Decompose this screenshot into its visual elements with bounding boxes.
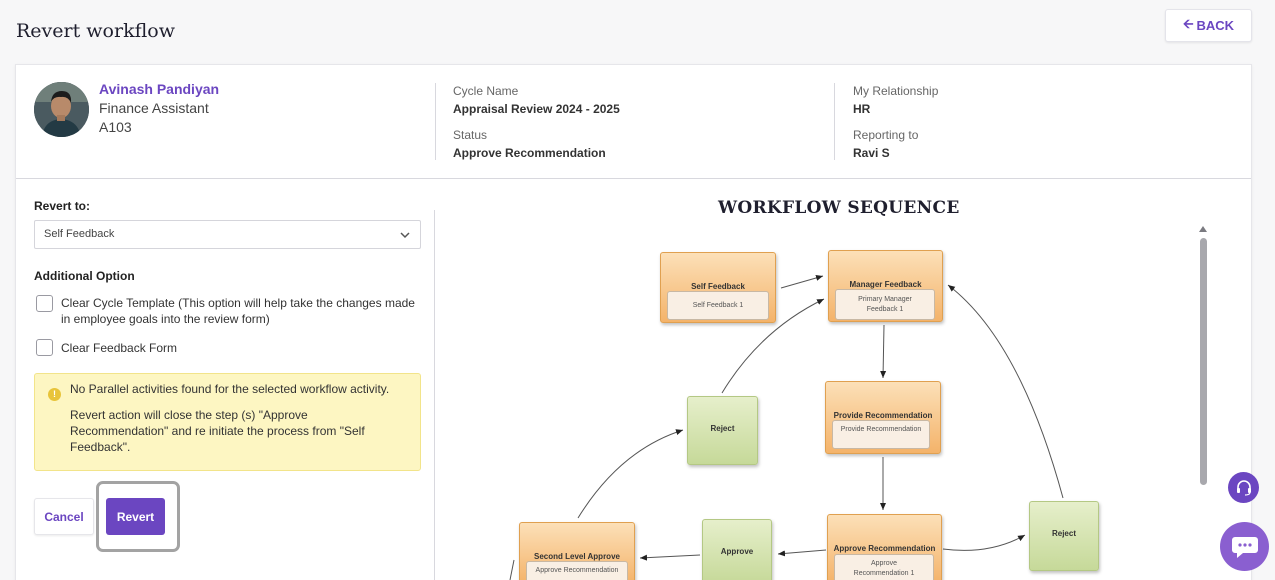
headset-icon <box>1236 479 1251 496</box>
node-title: Second Level Approve <box>534 552 620 561</box>
workflow-connectors <box>509 275 1064 580</box>
workflow-node-manager-feedback[interactable]: Manager Feedback Primary Manager Feedbac… <box>828 250 943 322</box>
workflow-node-second-level-approve[interactable]: Second Level Approve Approve Recommendat… <box>519 522 635 580</box>
diagram-scrollbar[interactable] <box>1196 226 1210 580</box>
node-subtitle: Approve Recommendation <box>526 561 628 580</box>
workflow-node-reject[interactable]: Reject <box>687 396 758 465</box>
node-subtitle: Provide Recommendation <box>832 420 930 449</box>
workflow-node-approve-recommendation[interactable]: Approve Recommendation Approve Recommend… <box>827 514 942 580</box>
workflow-node-approve[interactable]: Approve <box>702 519 772 580</box>
node-title: Provide Recommendation <box>833 411 933 420</box>
node-subtitle: Approve Recommendation 1 <box>834 554 934 580</box>
node-subtitle: Self Feedback 1 <box>667 291 769 320</box>
workflow-node-self-feedback[interactable]: Self Feedback Self Feedback 1 <box>660 252 776 323</box>
chat-button[interactable] <box>1220 522 1269 571</box>
support-button[interactable] <box>1228 472 1259 503</box>
scrollbar-thumb[interactable] <box>1200 238 1207 485</box>
node-title: Approve <box>720 547 754 556</box>
workflow-node-provide-recommendation[interactable]: Provide Recommendation Provide Recommend… <box>825 381 941 454</box>
scroll-up-arrow-icon[interactable] <box>1199 226 1207 232</box>
chat-icon <box>1231 536 1258 558</box>
node-title: Self Feedback <box>691 282 745 291</box>
workflow-node-reject[interactable]: Reject <box>1029 501 1099 571</box>
node-title: Approve Recommendation <box>833 544 936 553</box>
node-title: Reject <box>710 424 735 433</box>
node-subtitle: Primary Manager Feedback 1 <box>835 289 935 320</box>
node-title: Manager Feedback <box>849 280 922 289</box>
node-title: Reject <box>1051 529 1076 538</box>
